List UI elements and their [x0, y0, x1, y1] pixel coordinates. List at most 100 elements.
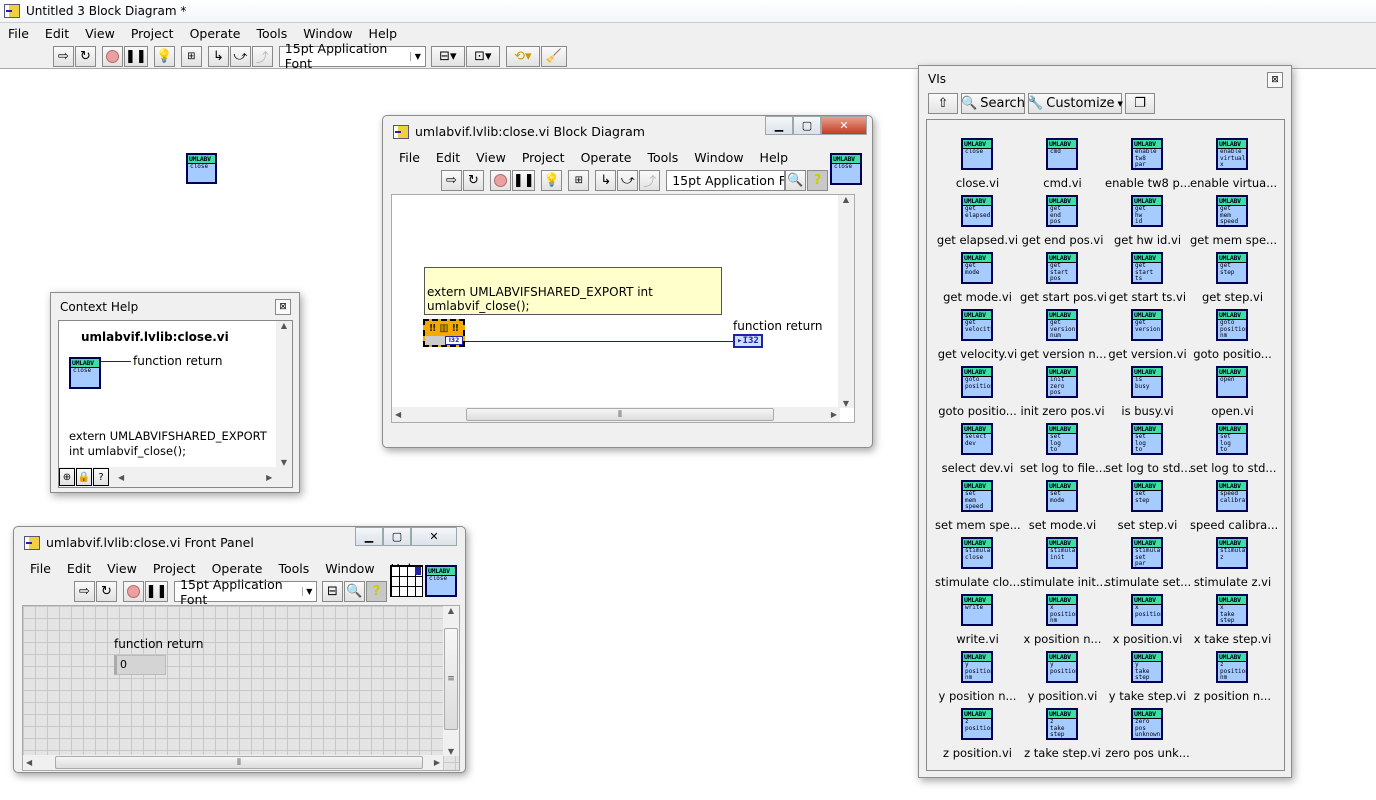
menu-tools[interactable]: Tools: [248, 26, 295, 41]
palette-item[interactable]: UMLABV zero pos unknown zero pos unk...: [1105, 708, 1190, 765]
menu-help[interactable]: Help: [361, 26, 406, 41]
menu-window[interactable]: Window: [317, 561, 382, 576]
font-dropdown[interactable]: 15pt Application Font ▼: [278, 41, 426, 71]
align-objects-icon[interactable]: ⊟: [322, 581, 343, 602]
abort-icon[interactable]: [489, 170, 511, 191]
scroll-right-icon[interactable]: ▶: [434, 758, 440, 767]
palette-item[interactable]: UMLABV stimulat set par stimulate set...: [1105, 537, 1191, 594]
step-over-icon[interactable]: ⤻: [617, 170, 639, 191]
palette-item[interactable]: UMLABV get hw id get hw id.vi: [1105, 195, 1190, 252]
connector-pane[interactable]: [390, 565, 423, 597]
node-return-terminal[interactable]: I32: [445, 336, 463, 345]
lock-icon[interactable]: 🔒: [76, 468, 92, 486]
menu-project[interactable]: Project: [145, 561, 204, 576]
highlight-execution-bulb-icon[interactable]: 💡: [541, 170, 563, 191]
palette-item[interactable]: UMLABV set mem speed set mem spe...: [935, 480, 1021, 537]
palette-item[interactable]: UMLABV get version num get version n...: [1020, 309, 1107, 366]
scroll-right-icon[interactable]: ▶: [831, 410, 837, 419]
palette-item[interactable]: UMLABV open open.vi: [1190, 366, 1275, 423]
palette-item[interactable]: UMLABV get mode get mode.vi: [935, 252, 1020, 309]
minimize-icon[interactable]: ▁: [765, 116, 793, 135]
palette-item[interactable]: UMLABV set log to set log to std...: [1105, 423, 1191, 480]
menu-file[interactable]: File: [22, 561, 59, 576]
palette-item[interactable]: UMLABV x position x position.vi: [1105, 594, 1190, 651]
scroll-down-icon[interactable]: ▼: [843, 399, 849, 408]
help-vertical-scrollbar[interactable]: ▲ ▼: [276, 321, 292, 467]
run-continuously-icon[interactable]: ↻: [463, 170, 484, 191]
palette-item[interactable]: UMLABV z position z position.vi: [935, 708, 1020, 765]
menu-project[interactable]: Project: [514, 150, 573, 165]
pause-icon[interactable]: ❚❚: [144, 581, 169, 602]
pause-icon[interactable]: ❚❚: [124, 45, 148, 67]
search-button[interactable]: 🔍 Search: [961, 93, 1025, 114]
context-help-icon[interactable]: ?: [806, 170, 828, 191]
retain-wire-values-icon[interactable]: ⊞: [180, 45, 202, 67]
function-return-indicator[interactable]: ▸I32: [733, 334, 763, 348]
palette-item[interactable]: UMLABV stimulat z stimulate z.vi: [1190, 537, 1275, 594]
close-icon[interactable]: ⊠: [1267, 72, 1283, 88]
menu-operate[interactable]: Operate: [573, 150, 640, 165]
scroll-left-icon[interactable]: ◀: [395, 410, 401, 419]
scroll-right-icon[interactable]: ▶: [266, 473, 272, 482]
palette-item[interactable]: UMLABV x position nm x position n...: [1020, 594, 1105, 651]
bd-vi-icon[interactable]: UMLABV close: [830, 153, 862, 185]
palette-item[interactable]: UMLABV set step set step.vi: [1105, 480, 1190, 537]
menu-tools[interactable]: Tools: [639, 150, 686, 165]
scroll-up-icon[interactable]: ▲: [843, 195, 849, 204]
customize-button[interactable]: 🔧 Customize ▼: [1027, 93, 1123, 114]
pause-icon[interactable]: ❚❚: [511, 170, 536, 191]
run-arrow-icon[interactable]: ⇨: [441, 170, 462, 191]
context-help-icon[interactable]: ?: [366, 581, 387, 602]
palette-item[interactable]: UMLABV goto position goto positio...: [935, 366, 1020, 423]
bd-vertical-scrollbar[interactable]: ▲ ▼: [838, 195, 854, 408]
canvas-vi-node[interactable]: UMLABV close: [186, 153, 217, 184]
step-into-icon[interactable]: ↳: [595, 170, 617, 191]
clean-up-diagram-icon[interactable]: 🧹: [540, 45, 567, 67]
palette-item[interactable]: UMLABV set log to set log to std...: [1190, 423, 1276, 480]
scroll-left-icon[interactable]: ◀: [26, 758, 32, 767]
palette-item[interactable]: UMLABV enable tw8 par enable tw8 p...: [1105, 138, 1191, 195]
palette-item[interactable]: UMLABV stimulat close stimulate clo...: [935, 537, 1020, 594]
scroll-up-icon[interactable]: ▲: [448, 606, 454, 615]
menu-window[interactable]: Window: [295, 26, 360, 41]
palette-item[interactable]: UMLABV y take step y take step.vi: [1105, 651, 1190, 708]
menu-help[interactable]: Help: [752, 150, 797, 165]
reorder-icon[interactable]: ⟲▾: [505, 45, 540, 67]
palette-item[interactable]: UMLABV stimulat init stimulate init...: [1020, 537, 1107, 594]
abort-icon[interactable]: [102, 45, 123, 67]
step-out-icon[interactable]: ⤴: [251, 45, 273, 67]
palette-item[interactable]: UMLABV get version get version.vi: [1105, 309, 1190, 366]
bd-horizontal-scrollbar[interactable]: ◀ ▶ ⦀: [392, 407, 840, 422]
run-arrow-icon[interactable]: ⇨: [53, 45, 74, 67]
scroll-up-icon[interactable]: ▲: [281, 321, 287, 330]
detailed-help-icon[interactable]: ?: [93, 468, 109, 486]
palette-item[interactable]: UMLABV cmd cmd.vi: [1020, 138, 1105, 195]
abort-icon[interactable]: [122, 581, 144, 602]
scroll-down-icon[interactable]: ▼: [448, 747, 454, 756]
scroll-left-icon[interactable]: ◀: [118, 473, 124, 482]
font-dropdown[interactable]: 15pt Application Font: [666, 170, 785, 191]
run-arrow-icon[interactable]: ⇨: [74, 581, 95, 602]
minimize-icon[interactable]: ▁: [355, 527, 383, 546]
search-icon[interactable]: 🔍: [784, 170, 806, 191]
palette-item[interactable]: UMLABV x take step x take step.vi: [1190, 594, 1275, 651]
menu-operate[interactable]: Operate: [204, 561, 271, 576]
palette-item[interactable]: UMLABV goto position nm goto positio...: [1190, 309, 1275, 366]
align-objects-icon[interactable]: ⊟▾: [430, 45, 465, 67]
restore-palette-icon[interactable]: ❐: [1125, 93, 1155, 114]
palette-item[interactable]: UMLABV get step get step.vi: [1190, 252, 1275, 309]
palette-item[interactable]: UMLABV z take step z take step.vi: [1020, 708, 1105, 765]
palette-item[interactable]: UMLABV get velocity get velocity.vi: [935, 309, 1020, 366]
fp-vscroll-thumb[interactable]: ≡: [444, 628, 458, 730]
menu-operate[interactable]: Operate: [182, 26, 249, 41]
palette-item[interactable]: UMLABV y position y position.vi: [1020, 651, 1105, 708]
menu-edit[interactable]: Edit: [428, 150, 468, 165]
font-dropdown[interactable]: 15pt Application Font ▼: [174, 577, 318, 607]
fp-canvas[interactable]: function return 0 ▲ ▼ ≡ ◀ ▶ ⦀: [22, 605, 460, 771]
close-icon[interactable]: ✕: [821, 116, 867, 135]
palette-item[interactable]: UMLABV set mode set mode.vi: [1020, 480, 1105, 537]
search-icon[interactable]: 🔍: [344, 581, 365, 602]
palette-item[interactable]: UMLABV enable virtual x enable virtua...: [1190, 138, 1277, 195]
palette-item[interactable]: UMLABV get end pos get end pos.vi: [1020, 195, 1105, 252]
run-continuously-icon[interactable]: ↻: [75, 45, 96, 67]
